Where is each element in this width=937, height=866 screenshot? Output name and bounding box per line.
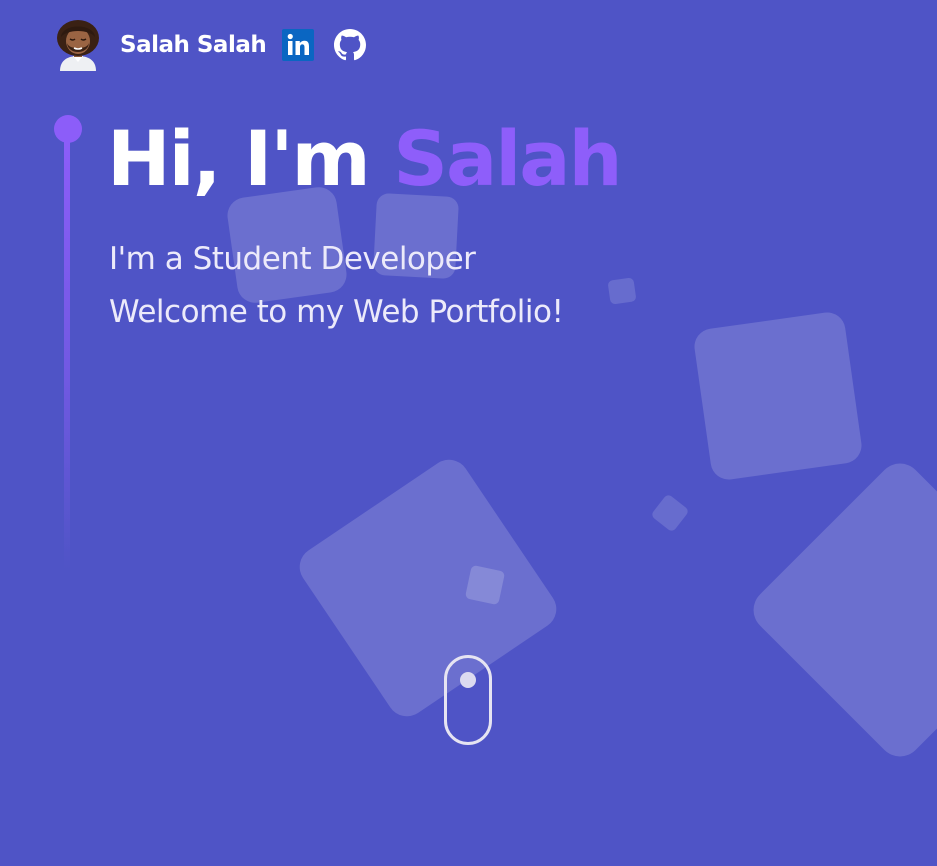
github-link[interactable] <box>334 29 367 61</box>
timeline-dot <box>54 115 82 143</box>
avatar[interactable] <box>56 19 100 71</box>
hero-title: Hi, I'm Salah <box>107 112 623 206</box>
avatar-icon <box>57 20 99 71</box>
github-icon <box>334 29 367 61</box>
scroll-mouse-icon[interactable] <box>444 655 492 745</box>
background-shape <box>607 277 637 305</box>
hero-highlight-name: Salah <box>393 114 622 203</box>
background-shape <box>650 493 690 533</box>
background-shape <box>744 454 937 766</box>
hero-subtitle-2: Welcome to my Web Portfolio! <box>109 294 564 330</box>
top-nav: Salah Salah <box>56 19 367 71</box>
linkedin-link[interactable] <box>282 29 315 61</box>
background-shape <box>464 564 506 606</box>
background-shape <box>692 310 864 482</box>
site-owner-name[interactable]: Salah Salah <box>120 32 267 58</box>
hero-greeting: Hi, I'm <box>107 114 371 203</box>
hero-subtitle-1: I'm a Student Developer <box>109 241 476 277</box>
linkedin-icon <box>282 29 315 61</box>
scroll-wheel-dot <box>460 672 476 688</box>
background-shape <box>291 451 565 725</box>
timeline-line <box>64 140 70 570</box>
